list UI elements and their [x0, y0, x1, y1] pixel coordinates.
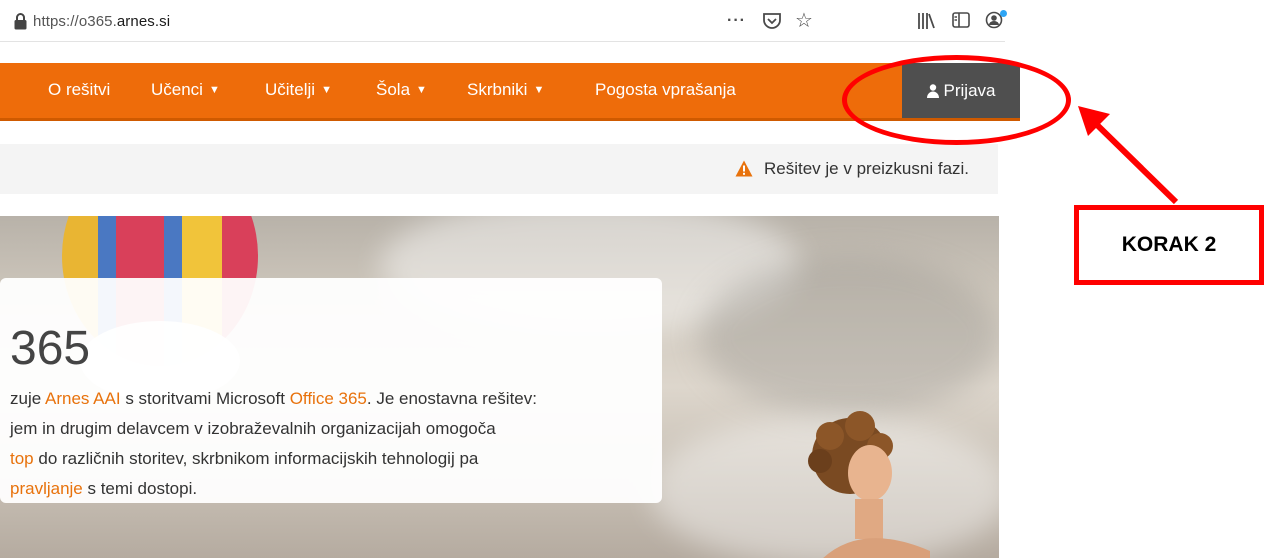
highlight-ellipse [842, 55, 1071, 145]
text-segment: s temi dostopi. [82, 479, 198, 498]
text-segment: . Je enostavna rešitev: [366, 389, 537, 408]
notice-text: Rešitev je v preizkusni fazi. [764, 159, 970, 178]
caret-down-icon: ▼ [416, 84, 427, 96]
sidebar-icon[interactable] [952, 12, 970, 32]
browser-toolbar: https://o365.arnes.si ··· ☆ [0, 0, 1007, 42]
nav-item-pogosta-vprasanja[interactable]: Pogosta vprašanja [595, 80, 736, 100]
url-text[interactable]: https://o365.arnes.si [33, 13, 170, 30]
url-domain: arnes.si [116, 13, 171, 30]
hero-banner: 365 zuje Arnes AAI s storitvami Microsof… [0, 216, 999, 558]
nav-label: Učitelji [265, 80, 316, 99]
nav-item-ucenci[interactable]: Učenci ▼ [151, 80, 220, 100]
caret-down-icon: ▼ [321, 84, 332, 96]
bookmark-star-icon[interactable]: ☆ [795, 11, 813, 31]
upravljanje-link[interactable]: pravljanje [10, 479, 83, 498]
nav-label: Pogosta vprašanja [595, 80, 736, 99]
dostop-link[interactable]: top [10, 449, 34, 468]
step-label: KORAK 2 [1121, 233, 1217, 256]
address-bar[interactable]: https://o365.arnes.si [0, 10, 830, 34]
office-365-link[interactable]: Office 365 [290, 389, 367, 408]
nav-item-ucitelji[interactable]: Učitelji ▼ [265, 80, 332, 100]
more-actions-icon[interactable]: ··· [727, 11, 746, 31]
caret-down-icon: ▼ [208, 84, 220, 96]
hero-description: zuje Arnes AAI s storitvami Microsoft Of… [10, 384, 660, 504]
description-line-3: top do različnih storitev, skrbnikom inf… [10, 444, 660, 474]
library-icon[interactable] [916, 12, 936, 34]
text-segment: zuje [10, 389, 45, 408]
description-line-2: jem in drugim delavcem v izobraževalnih … [10, 414, 660, 444]
text-segment: jem in drugim delavcem v izobraževalnih … [10, 419, 496, 438]
description-line-1: zuje Arnes AAI s storitvami Microsoft Of… [10, 384, 660, 414]
text-segment: s storitvami Microsoft [120, 389, 290, 408]
description-line-4: pravljanje s temi dostopi. [10, 474, 660, 504]
nav-label: Šola [376, 80, 411, 99]
nav-label: Skrbniki [467, 80, 528, 99]
notice-bar: Rešitev je v preizkusni fazi. [0, 144, 998, 194]
arnes-aai-link[interactable]: Arnes AAI [45, 389, 121, 408]
nav-label: Učenci [151, 80, 203, 99]
hero-title: 365 [10, 322, 91, 375]
annotation-arrow [1078, 106, 1179, 205]
account-notification-dot [1000, 10, 1007, 17]
nav-item-sola[interactable]: Šola ▼ [376, 80, 427, 100]
text-segment: do različnih storitev, skrbnikom informa… [33, 449, 479, 468]
url-prefix: https://o365. [33, 13, 117, 30]
pocket-icon[interactable] [762, 12, 782, 34]
warning-icon [735, 160, 753, 177]
nav-label: O rešitvi [48, 80, 111, 99]
caret-down-icon: ▼ [533, 84, 545, 96]
step-label-box: KORAK 2 [1074, 205, 1264, 285]
person-image [808, 411, 930, 558]
nav-item-skrbniki[interactable]: Skrbniki ▼ [467, 80, 544, 100]
lock-icon[interactable] [14, 13, 27, 30]
nav-item-o-resitvi[interactable]: O rešitvi [48, 80, 110, 100]
